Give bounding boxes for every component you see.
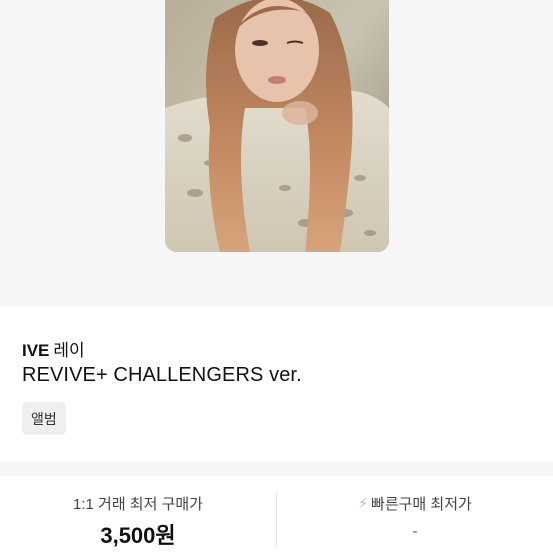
- direct-trade-label: 1:1 거래 최저 구매가: [73, 496, 203, 513]
- price-summary: 1:1 거래 최저 구매가 3,500원 ⚡ 빠른구매 최저가 -: [0, 476, 553, 553]
- quick-buy-label-row: ⚡ 빠른구매 최저가: [277, 493, 553, 514]
- quick-buy-label: 빠른구매 최저가: [371, 496, 472, 513]
- product-info: IVE 레이 REVIVE+ CHALLENGERS ver. 앨범: [0, 306, 553, 462]
- product-image-area: [0, 0, 553, 306]
- photocard-image[interactable]: [165, 0, 389, 252]
- photocard-photo: [165, 0, 389, 252]
- artist-line: IVE 레이: [22, 336, 85, 361]
- category-tag[interactable]: 앨범: [22, 402, 66, 435]
- quick-buy-value: -: [412, 523, 418, 540]
- group-name: IVE: [22, 341, 50, 360]
- quick-buy-price[interactable]: ⚡ 빠른구매 최저가 -: [277, 476, 553, 553]
- direct-trade-value: 3,500원: [100, 523, 176, 548]
- direct-trade-price[interactable]: 1:1 거래 최저 구매가 3,500원: [0, 476, 276, 553]
- section-divider: [0, 462, 553, 476]
- lightning-icon: ⚡: [358, 495, 369, 511]
- product-version: REVIVE+ CHALLENGERS ver.: [22, 364, 302, 386]
- member-name: 레이: [53, 341, 85, 360]
